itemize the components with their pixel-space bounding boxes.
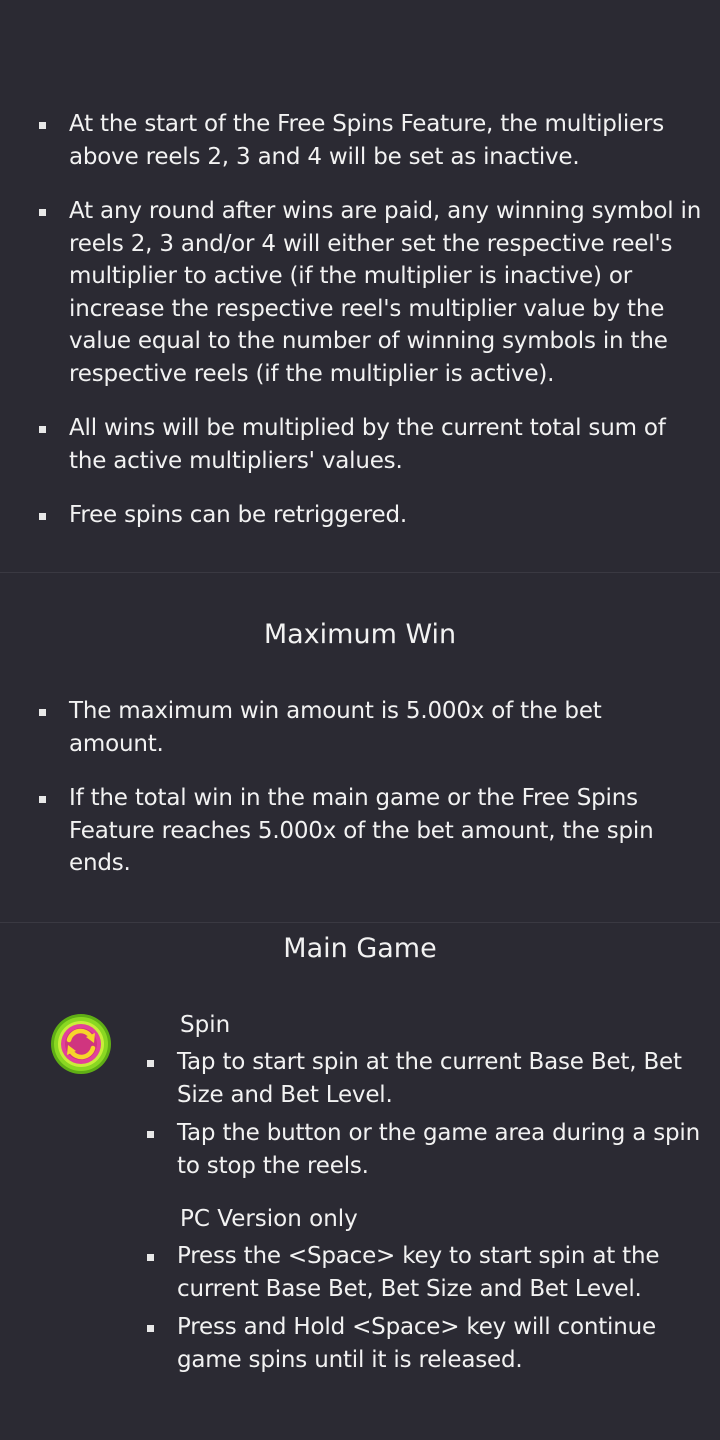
free-spins-rule: Free spins can be retriggered. <box>39 499 709 532</box>
pc-version-title: PC Version only <box>180 1206 358 1232</box>
free-spins-rule: At any round after wins are paid, any wi… <box>39 195 709 390</box>
pc-version-rules-list: Press the <Space> key to start spin at t… <box>147 1240 707 1382</box>
pc-version-rule: Press the <Space> key to start spin at t… <box>147 1240 707 1305</box>
maximum-win-rules-list: The maximum win amount is 5.000x of the … <box>39 695 689 902</box>
spin-rule: Tap the button or the game area during a… <box>147 1117 707 1182</box>
maximum-win-rule: The maximum win amount is 5.000x of the … <box>39 695 689 760</box>
section-divider <box>0 922 720 923</box>
spin-rules-list: Tap to start spin at the current Base Be… <box>147 1046 707 1188</box>
free-spins-rule: At the start of the Free Spins Feature, … <box>39 108 709 173</box>
maximum-win-heading: Maximum Win <box>263 619 457 650</box>
free-spins-rules-list: At the start of the Free Spins Feature, … <box>39 108 709 554</box>
main-game-heading: Main Game <box>283 933 437 964</box>
section-divider <box>0 572 720 573</box>
spin-button-icon <box>51 1014 111 1074</box>
maximum-win-rule: If the total win in the main game or the… <box>39 782 689 880</box>
pc-version-rule: Press and Hold <Space> key will continue… <box>147 1311 707 1376</box>
free-spins-rule: All wins will be multiplied by the curre… <box>39 412 709 477</box>
spin-title: Spin <box>180 1012 231 1038</box>
spin-rule: Tap to start spin at the current Base Be… <box>147 1046 707 1111</box>
